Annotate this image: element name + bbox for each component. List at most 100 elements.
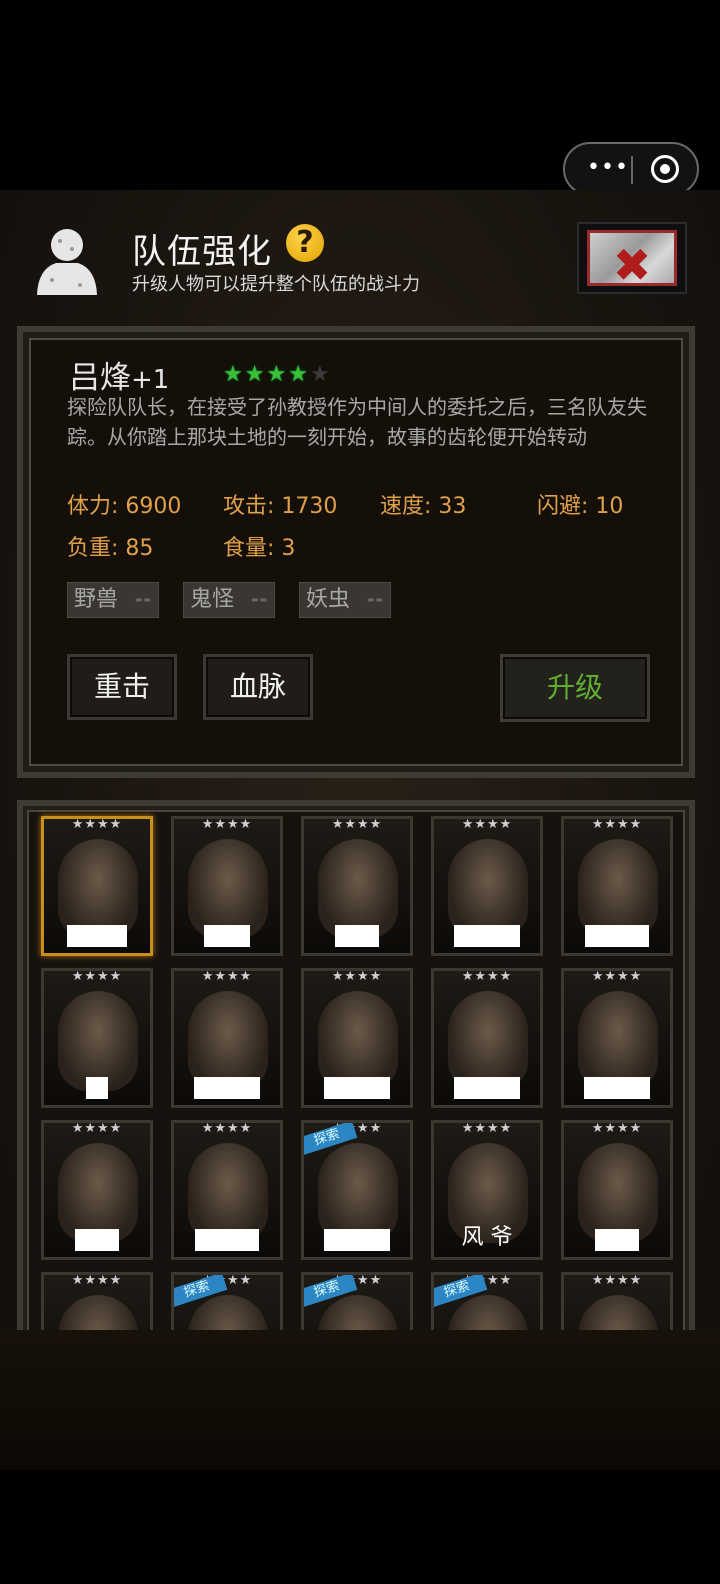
portrait-star-rating: ★★★★ [331, 817, 383, 832]
hero-portrait[interactable]: ★★★★ 探索 [171, 1272, 283, 1412]
portrait-star-rating: ★★★★ [71, 1273, 123, 1288]
portrait-star-rating: ★★★★ [591, 969, 643, 984]
portrait-image [448, 839, 528, 939]
portrait-star-rating: ★★★★ [591, 1273, 643, 1288]
portrait-image [578, 1295, 658, 1395]
game-window: 队伍强化 ? 升级人物可以提升整个队伍的战斗力 ✖ 吕烽+1 ★★★★★ 探险队… [0, 190, 720, 1470]
star-filled-icon: ★ [288, 362, 310, 387]
hero-portrait[interactable]: ★★★★ [301, 816, 413, 956]
portrait-star-rating: ★★★★ [201, 1121, 253, 1136]
stat-food: 食量: 3 [223, 536, 296, 561]
portrait-star-rating: ★★★★ [71, 817, 123, 832]
more-dots-icon[interactable]: ••• [587, 157, 628, 179]
portrait-image [318, 1143, 398, 1243]
portrait-name-redacted [324, 1077, 390, 1099]
capsule-divider [631, 156, 633, 184]
portrait-star-rating: ★★★★ [331, 969, 383, 984]
portrait-image [58, 1143, 138, 1243]
portrait-star-rating: ★★★★ [201, 817, 253, 832]
hero-portrait[interactable]: ★★★★ 探索 [301, 1272, 413, 1412]
portrait-name-redacted [584, 1381, 650, 1403]
portrait-name-redacted [205, 1381, 249, 1403]
stat-load: 负重: 85 [67, 536, 154, 561]
hero-roster-grid: ★★★★ ★★★★ ★★★★ ★★★★ ★★★★ ★★★★ ★★★★ ★★★★ ★★★★ ★★★★… [17, 800, 695, 1418]
hero-portrait[interactable]: ★★★★ [171, 1120, 283, 1260]
portrait-name-redacted [324, 1229, 390, 1251]
portrait-image [58, 1295, 138, 1395]
hero-portrait[interactable]: ★★★★ [41, 816, 153, 956]
hero-name-text: 吕烽 [69, 360, 131, 396]
hero-portrait[interactable]: ★★★★ [301, 968, 413, 1108]
hero-portrait[interactable]: ★★★★ [561, 816, 673, 956]
portrait-name-redacted [75, 1229, 119, 1251]
portrait-star-rating: ★★★★ [591, 817, 643, 832]
portrait-name-redacted [584, 1077, 650, 1099]
portrait-image [578, 1143, 658, 1243]
skill-button-bloodline[interactable]: 血脉 [203, 654, 313, 720]
help-question-icon[interactable]: ? [286, 224, 324, 262]
hero-portrait[interactable]: ★★★★ [431, 816, 543, 956]
portrait-name-redacted [67, 925, 127, 947]
close-x-icon: ✖ [612, 238, 652, 292]
page-subtitle: 升级人物可以提升整个队伍的战斗力 [132, 274, 420, 295]
stat-hp: 体力: 6900 [67, 494, 182, 519]
hero-portrait[interactable]: ★★★★ [41, 1272, 153, 1412]
close-plate: ✖ [587, 230, 677, 292]
portrait-image [448, 991, 528, 1091]
portrait-image [318, 991, 398, 1091]
portrait-name-redacted [454, 925, 520, 947]
hero-name: 吕烽+1 [69, 352, 169, 397]
portrait-image [318, 1295, 398, 1395]
portrait-image [58, 991, 138, 1091]
star-filled-icon: ★ [223, 362, 245, 387]
hero-portrait[interactable]: ★★★★ [41, 968, 153, 1108]
portrait-image [578, 839, 658, 939]
portrait-image [448, 1295, 528, 1395]
hero-portrait[interactable]: ★★★★ [431, 968, 543, 1108]
hero-portrait[interactable]: ★★★★ 风 爷 [431, 1120, 543, 1260]
target-circle-icon[interactable] [651, 155, 679, 183]
portrait-name-redacted [335, 925, 379, 947]
portrait-star-rating: ★★★★ [71, 969, 123, 984]
portrait-name-redacted [75, 1381, 119, 1403]
miniprogram-capsule: ••• [563, 142, 699, 196]
skill-button-heavy-strike[interactable]: 重击 [67, 654, 177, 720]
portrait-star-rating: ★★★★ [71, 1121, 123, 1136]
portrait-image [188, 1143, 268, 1243]
hero-portrait[interactable]: ★★★★ 探索 [301, 1120, 413, 1260]
tag-ghost: 鬼怪 [183, 582, 275, 618]
silhouette-avatar-icon [37, 229, 97, 295]
hero-description: 探险队队长，在接受了孙教授作为中间人的委托之后，三名队友失踪。从你踏上那块土地的… [67, 395, 647, 449]
page-title: 队伍强化 [132, 232, 272, 272]
hero-portrait[interactable]: ★★★★ [171, 968, 283, 1108]
hero-portrait[interactable]: ★★★★ [41, 1120, 153, 1260]
portrait-image [578, 991, 658, 1091]
portrait-name-redacted [194, 1077, 260, 1099]
portrait-name-redacted [455, 1381, 519, 1403]
portrait-name-redacted [204, 925, 250, 947]
tag-insect: 妖虫 [299, 582, 391, 618]
upgrade-button[interactable]: 升级 [500, 654, 650, 722]
hero-portrait[interactable]: ★★★★ [561, 1272, 673, 1412]
portrait-image [188, 839, 268, 939]
hero-portrait[interactable]: ★★★★ [561, 1120, 673, 1260]
close-button[interactable]: ✖ [577, 222, 687, 294]
hero-level: +1 [131, 365, 170, 395]
tag-beast: 野兽 [67, 582, 159, 618]
star-filled-icon: ★ [244, 362, 267, 387]
portrait-name: 风 爷 [461, 1225, 513, 1250]
portrait-name-redacted [86, 1077, 108, 1099]
hero-portrait[interactable]: ★★★★ [561, 968, 673, 1108]
portrait-name-redacted [313, 1381, 401, 1403]
portrait-image [318, 839, 398, 939]
portrait-star-rating: ★★★★ [461, 817, 513, 832]
stat-speed: 速度: 33 [380, 494, 467, 519]
stat-dodge: 闪避: 10 [537, 494, 624, 519]
hero-detail-card: 吕烽+1 ★★★★★ 探险队队长，在接受了孙教授作为中间人的委托之后，三名队友失… [17, 326, 695, 778]
portrait-star-rating: ★★★★ [201, 969, 253, 984]
hero-star-rating: ★★★★★ [223, 362, 332, 387]
hero-portrait[interactable]: ★★★★ 探索 [431, 1272, 543, 1412]
portrait-name-redacted [195, 1229, 259, 1251]
hero-portrait[interactable]: ★★★★ [171, 816, 283, 956]
portrait-name-redacted [595, 1229, 639, 1251]
